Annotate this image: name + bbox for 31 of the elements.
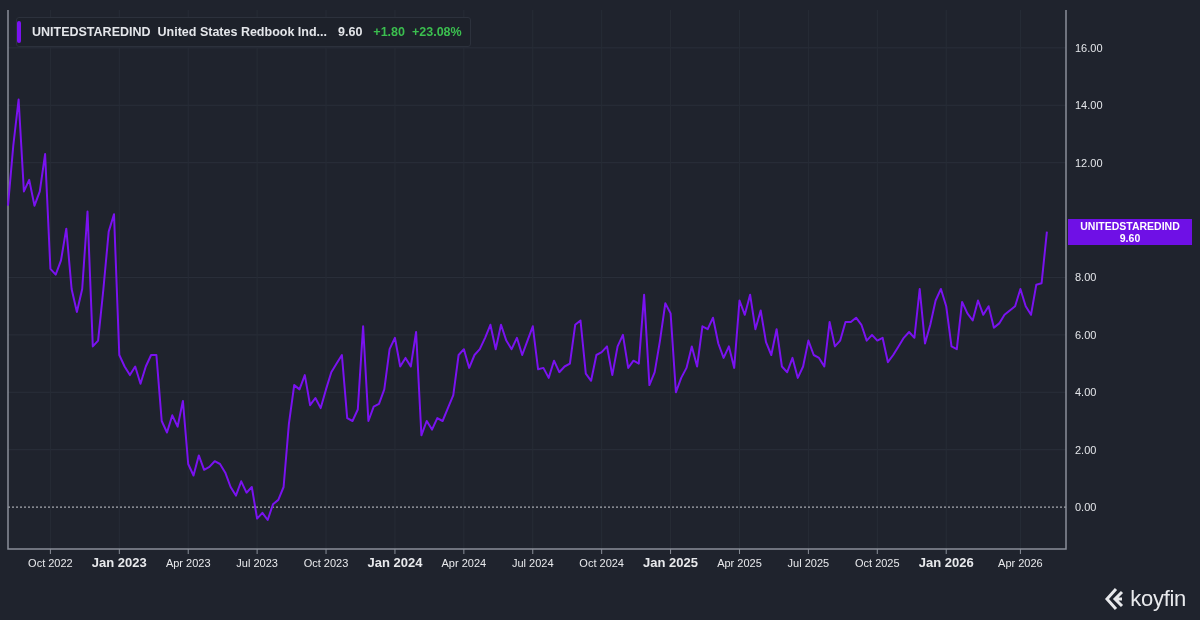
axis-label: Jan 2023 — [91, 555, 147, 570]
tag-ticker: UNITEDSTAREDIND — [1080, 219, 1180, 232]
axis-label: Apr 2026 — [998, 557, 1043, 569]
axis-label: 8.00 — [1075, 271, 1097, 284]
axis-label: 2.00 — [1075, 443, 1097, 456]
axis-label: Jul 2025 — [787, 557, 830, 569]
axis-label: Jul 2023 — [236, 557, 278, 569]
axis-label: Jan 2024 — [367, 555, 423, 570]
axis-label: 6.00 — [1075, 328, 1097, 341]
legend-value: 9.60 — [338, 25, 363, 39]
axis-label: 12.00 — [1075, 156, 1103, 169]
axis-label: Apr 2025 — [717, 557, 762, 569]
axis-label: Jan 2026 — [918, 555, 974, 570]
axis-label: 16.00 — [1075, 41, 1103, 54]
axis-label: Apr 2024 — [441, 557, 487, 569]
legend-change-percent: +23.08% — [412, 25, 462, 39]
legend-ticker: UNITEDSTAREDIND — [32, 25, 151, 39]
tag-value: 9.60 — [1119, 231, 1141, 244]
legend-change: +1.80 — [373, 25, 405, 39]
axis-label: 0.00 — [1075, 501, 1097, 514]
logo-text: koyfin — [1130, 586, 1186, 612]
axis-label: Jan 2025 — [643, 555, 699, 570]
legend-name: United States Redbook Ind... — [157, 25, 327, 39]
axis-label: Oct 2025 — [855, 557, 900, 569]
axis-label: 4.00 — [1075, 386, 1097, 399]
axis-label: Oct 2022 — [28, 557, 73, 569]
axis-label: Apr 2023 — [165, 557, 211, 569]
axis-label: Oct 2023 — [303, 557, 349, 569]
axis-label: 14.00 — [1075, 99, 1103, 112]
axis-label: Oct 2024 — [579, 557, 624, 569]
axis-label: Jul 2024 — [511, 557, 554, 569]
